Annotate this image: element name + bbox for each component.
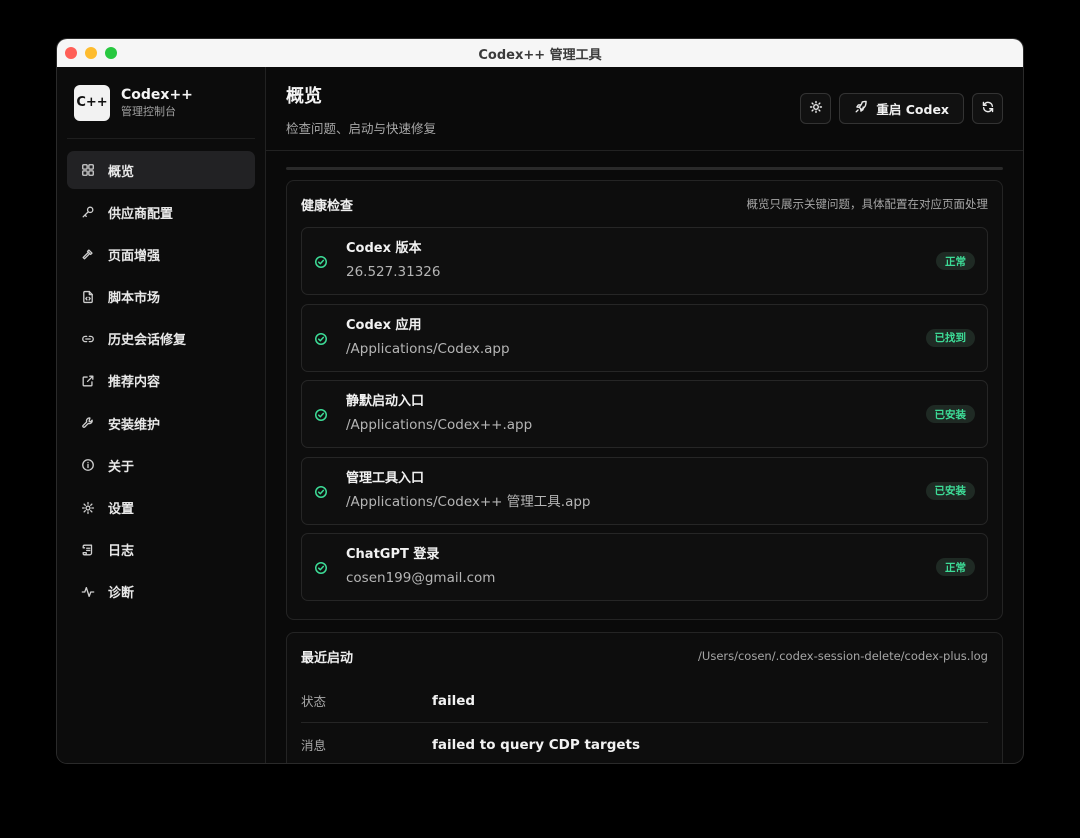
health-check-note: 概览只展示关键问题，具体配置在对应页面处理 [746,197,989,211]
check-name: ChatGPT 登录 [346,547,440,562]
refresh-button[interactable] [972,93,1003,124]
sidebar-item-label: 脚本市场 [108,291,161,307]
link-icon [81,332,95,346]
check-item-codex-app: Codex 应用 /Applications/Codex.app 已找到 [301,303,988,372]
check-circle-icon [314,331,328,345]
sidebar-item-label: 概览 [108,164,135,180]
sidebar: C++ Codex++ 管理控制台 概览 供应商配置 页面增强 脚本市场 历史会… [57,67,266,763]
activity-icon [81,585,95,599]
check-value: cosen199@gmail.com [346,570,496,586]
check-value: /Applications/Codex.app [346,340,510,357]
check-name: 管理工具入口 [346,470,425,486]
check-value: 26.527.31326 [346,264,441,280]
status-badge: 已找到 [925,328,975,347]
check-item-codex-version: Codex 版本 26.527.31326 正常 [301,227,988,295]
gear-icon [81,501,95,515]
sidebar-item-about[interactable]: 关于 [67,446,255,484]
sidebar-item-label: 推荐内容 [108,375,161,391]
header-actions: 重启 Codex [800,93,1003,124]
row-label: 状态 [301,694,327,709]
minimize-window-button[interactable] [85,47,97,59]
rocket-icon [854,100,876,117]
health-check-card: 健康检查 概览只展示关键问题，具体配置在对应页面处理 Codex 版本 26.5… [286,180,1003,620]
restart-codex-button[interactable]: 重启 Codex [839,93,964,124]
sidebar-item-settings[interactable]: 设置 [67,489,255,527]
health-check-title: 健康检查 [301,198,354,214]
file-code-icon [81,290,95,304]
check-name: Codex 应用 [346,317,422,333]
main-panel: 概览 检查问题、启动与快速修复 重启 Codex 健康检查 概览只展示关键问题，… [266,67,1023,763]
restart-codex-label: 重启 Codex [876,102,949,117]
launch-row-status: 状态 failed [301,679,988,723]
app-window: Codex++ 管理工具 C++ Codex++ 管理控制台 概览 供应商配置 [57,39,1023,763]
sidebar-item-providers[interactable]: 供应商配置 [67,193,255,231]
page-header: 概览 检查问题、启动与快速修复 重启 Codex [266,67,1023,151]
check-value: /Applications/Codex++.app [346,417,533,433]
sidebar-item-label: 诊断 [108,586,135,602]
sidebar-item-overview[interactable]: 概览 [67,151,255,189]
window-controls [65,47,117,59]
scroll-icon [81,543,95,557]
sidebar-item-page-enhance[interactable]: 页面增强 [67,235,255,273]
external-link-icon [81,374,95,388]
row-value: failed [432,692,476,709]
sidebar-item-label: 日志 [108,544,135,560]
sidebar-item-label: 设置 [108,502,135,517]
info-icon [81,458,95,472]
sidebar-item-maintenance[interactable]: 安装维护 [67,404,255,442]
sun-icon [809,100,823,117]
check-circle-icon [314,484,328,498]
brand-name: Codex++ [121,86,193,103]
recent-launch-card: 最近启动 /Users/cosen/.codex-session-delete/… [286,632,1003,763]
check-name: 静默启动入口 [346,394,425,409]
sidebar-item-logs[interactable]: 日志 [67,531,255,569]
sidebar-item-label: 关于 [108,459,135,475]
check-item-manager-launcher: 管理工具入口 /Applications/Codex++ 管理工具.app 已安… [301,456,988,525]
content-area[interactable]: 健康检查 概览只展示关键问题，具体配置在对应页面处理 Codex 版本 26.5… [286,152,1003,763]
check-item-silent-launcher: 静默启动入口 /Applications/Codex++.app 已安装 [301,380,988,448]
status-badge: 已安装 [925,481,975,500]
sidebar-item-label: 页面增强 [108,248,161,264]
sidebar-item-label: 安装维护 [108,417,161,433]
check-circle-icon [314,560,328,574]
check-item-chatgpt-login: ChatGPT 登录 cosen199@gmail.com 正常 [301,533,988,601]
row-value: failed to query CDP targets [432,736,641,753]
title-bar: Codex++ 管理工具 [57,39,1023,67]
sidebar-item-label: 供应商配置 [108,206,174,222]
maximize-window-button[interactable] [105,47,117,59]
brand-subtitle: 管理控制台 [121,104,176,118]
sidebar-item-script-market[interactable]: 脚本市场 [67,278,255,316]
theme-toggle-button[interactable] [800,93,832,124]
hammer-icon [81,247,95,261]
close-window-button[interactable] [65,47,77,59]
sidebar-item-label: 历史会话修复 [108,333,187,349]
status-badge: 已安装 [925,405,975,423]
recent-launch-title: 最近启动 [301,650,354,666]
row-label: 消息 [301,738,327,753]
launch-row-message: 消息 failed to query CDP targets [301,723,988,763]
check-circle-icon [314,407,328,421]
check-circle-icon [314,254,328,268]
brand: C++ Codex++ 管理控制台 [67,67,255,139]
log-path: /Users/cosen/.codex-session-delete/codex… [698,649,988,663]
key-icon [81,205,95,219]
sidebar-item-session-repair[interactable]: 历史会话修复 [67,320,255,358]
status-badge: 正常 [936,558,975,576]
grid-icon [81,163,95,177]
sidebar-item-recommended[interactable]: 推荐内容 [67,362,255,400]
status-badge: 正常 [936,252,975,270]
window-title: Codex++ 管理工具 [478,47,602,63]
check-name: Codex 版本 [346,241,422,256]
app-logo: C++ [74,84,110,121]
scroll-divider [286,167,1003,170]
check-value: /Applications/Codex++ 管理工具.app [346,493,591,510]
wrench-icon [81,416,95,430]
refresh-icon [981,100,995,117]
sidebar-item-diagnostics[interactable]: 诊断 [67,573,255,611]
